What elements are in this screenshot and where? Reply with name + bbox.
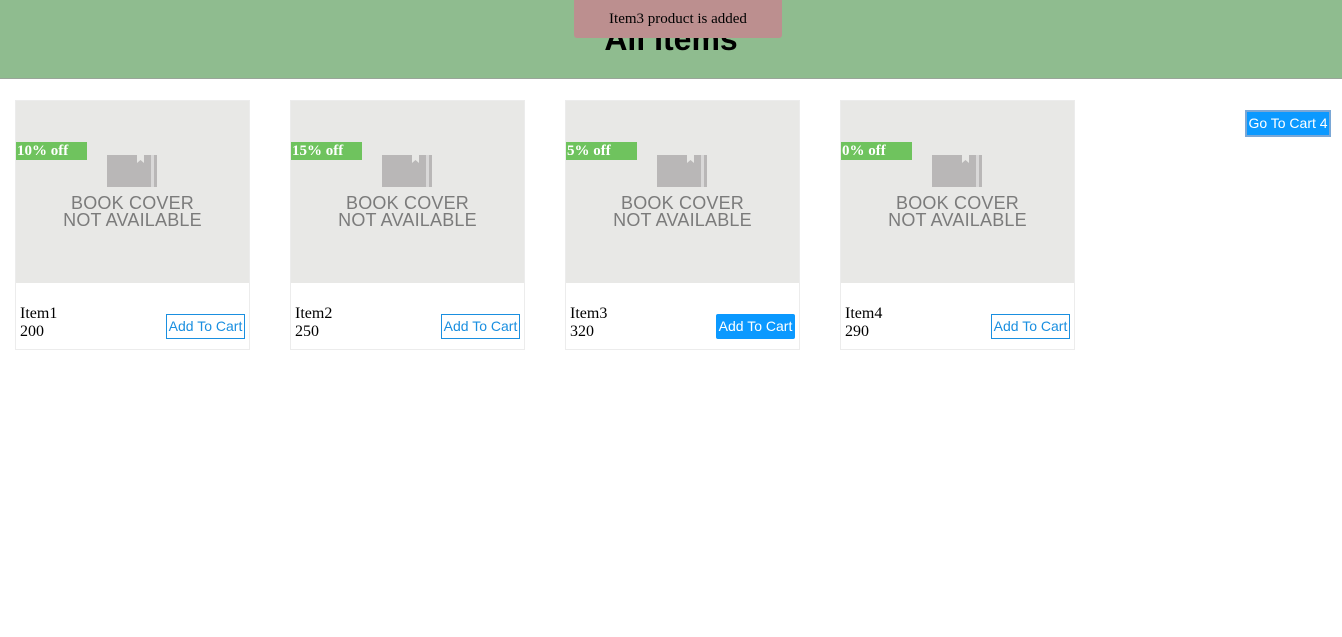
product-card: BOOK COVER NOT AVAILABLE 5% off Item3 32… (565, 100, 800, 350)
cover-text: BOOK COVER NOT AVAILABLE (291, 194, 524, 230)
discount-badge: 5% off (566, 142, 637, 160)
product-price: 320 (570, 323, 594, 340)
product-name: Item3 (570, 305, 608, 322)
toast-notification: Item3 product is added (574, 0, 782, 38)
cover-text: BOOK COVER NOT AVAILABLE (841, 194, 1074, 230)
go-to-cart-button[interactable]: Go To Cart 4 (1245, 110, 1331, 137)
add-to-cart-button[interactable]: Add To Cart (991, 314, 1070, 339)
book-cover-placeholder: BOOK COVER NOT AVAILABLE 10% off (16, 101, 249, 283)
product-price: 250 (295, 323, 319, 340)
book-icon (382, 153, 432, 187)
book-cover-placeholder: BOOK COVER NOT AVAILABLE 0% off (841, 101, 1074, 283)
product-name: Item1 (20, 305, 58, 322)
discount-badge: 10% off (16, 142, 87, 160)
product-name: Item4 (845, 305, 883, 322)
product-card: BOOK COVER NOT AVAILABLE 15% off Item2 2… (290, 100, 525, 350)
book-cover-placeholder: BOOK COVER NOT AVAILABLE 5% off (566, 101, 799, 283)
product-price: 200 (20, 323, 44, 340)
add-to-cart-button[interactable]: Add To Cart (716, 314, 795, 339)
book-icon (657, 153, 707, 187)
product-card: BOOK COVER NOT AVAILABLE 10% off Item1 2… (15, 100, 250, 350)
cover-text-line2: NOT AVAILABLE (63, 210, 202, 230)
add-to-cart-button[interactable]: Add To Cart (166, 314, 245, 339)
cover-text: BOOK COVER NOT AVAILABLE (16, 194, 249, 230)
book-cover-placeholder: BOOK COVER NOT AVAILABLE 15% off (291, 101, 524, 283)
cover-text-line2: NOT AVAILABLE (338, 210, 477, 230)
cover-text-line2: NOT AVAILABLE (888, 210, 1027, 230)
product-name: Item2 (295, 305, 333, 322)
discount-badge: 15% off (291, 142, 362, 160)
product-price: 290 (845, 323, 869, 340)
book-icon (107, 153, 157, 187)
discount-badge: 0% off (841, 142, 912, 160)
cover-text: BOOK COVER NOT AVAILABLE (566, 194, 799, 230)
book-icon (932, 153, 982, 187)
cover-text-line2: NOT AVAILABLE (613, 210, 752, 230)
product-card: BOOK COVER NOT AVAILABLE 0% off Item4 29… (840, 100, 1075, 350)
add-to-cart-button[interactable]: Add To Cart (441, 314, 520, 339)
